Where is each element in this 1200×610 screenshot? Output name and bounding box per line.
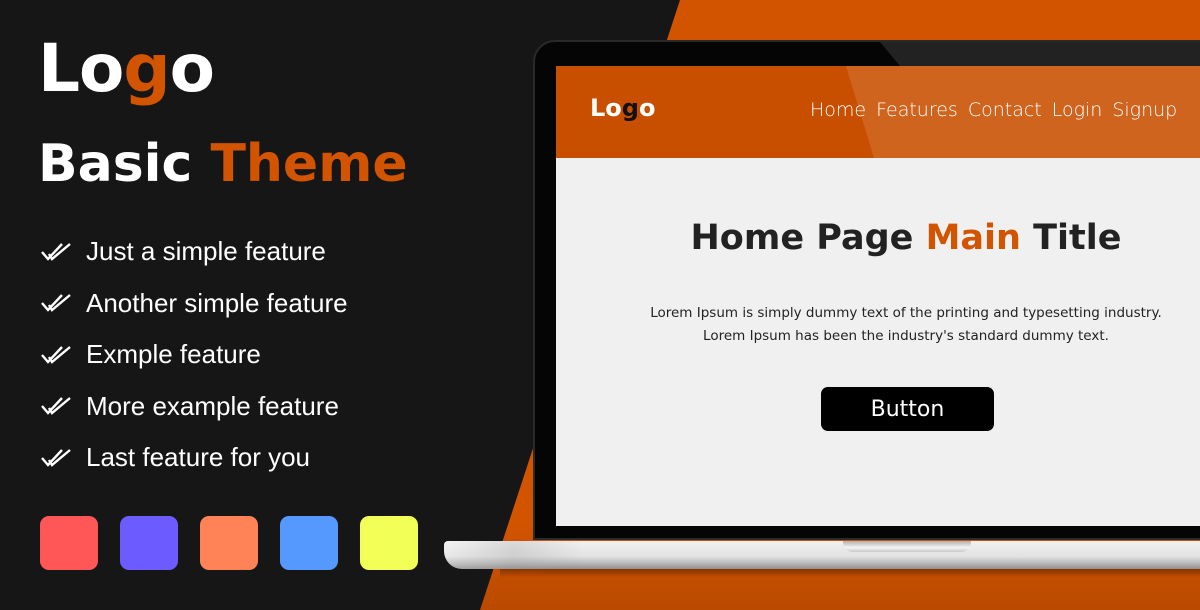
hero-title-before: Home Page: [690, 218, 926, 258]
site-logo-suffix: o: [638, 94, 656, 122]
color-swatch: [360, 516, 418, 570]
site-nav: Home Features Contact Login Signup: [810, 99, 1177, 121]
feature-list: Just a simple feature Another simple fea…: [40, 226, 348, 484]
laptop-hinge-notch: [843, 541, 971, 552]
color-palette: [40, 516, 418, 570]
hero-text-line: Lorem Ipsum is simply dummy text of the …: [650, 305, 1162, 321]
laptop-shadow: [500, 568, 1200, 578]
feature-item: Another simple feature: [40, 278, 348, 330]
hero-title-accent: Main: [925, 218, 1021, 258]
hero-description: Lorem Ipsum is simply dummy text of the …: [556, 302, 1200, 348]
hero-title: Home Page Main Title: [556, 218, 1200, 258]
nav-features[interactable]: Features: [876, 99, 958, 121]
site-logo-prefix: Lo: [590, 94, 622, 122]
bezel-reflection: [880, 42, 1200, 66]
hero-button[interactable]: Button: [821, 387, 994, 431]
theme-title-accent: Theme: [210, 134, 408, 194]
color-swatch: [200, 516, 258, 570]
color-swatch: [120, 516, 178, 570]
double-check-icon: [41, 294, 71, 313]
feature-item: Exmple feature: [40, 329, 348, 381]
nav-login[interactable]: Login: [1052, 99, 1103, 121]
double-check-icon: [41, 448, 71, 467]
feature-label: Just a simple feature: [86, 236, 326, 267]
feature-item: Last feature for you: [40, 432, 348, 484]
laptop-base-highlight: [444, 541, 584, 569]
feature-label: More example feature: [86, 390, 339, 421]
feature-label: Exmple feature: [86, 339, 261, 370]
brand-logo-suffix: o: [169, 30, 215, 107]
laptop-screen: Logo Home Features Contact Login Signup …: [556, 66, 1200, 526]
color-swatch: [280, 516, 338, 570]
double-check-icon: [41, 397, 71, 416]
nav-home[interactable]: Home: [810, 99, 866, 121]
site-logo-accent: g: [621, 94, 639, 122]
brand-logo-accent: g: [123, 30, 170, 107]
hero-text-line: Lorem Ipsum has been the industry's stan…: [703, 328, 1109, 344]
feature-item: More example feature: [40, 381, 348, 433]
theme-title-plain: Basic: [38, 134, 211, 194]
color-swatch: [40, 516, 98, 570]
brand-logo: Logo: [38, 30, 215, 107]
site-logo[interactable]: Logo: [590, 94, 655, 122]
hero-title-after: Title: [1020, 218, 1122, 258]
feature-item: Just a simple feature: [40, 226, 348, 278]
brand-logo-prefix: Lo: [38, 30, 124, 107]
nav-contact[interactable]: Contact: [968, 99, 1042, 121]
double-check-icon: [41, 242, 71, 261]
theme-title: Basic Theme: [38, 134, 408, 194]
feature-label: Last feature for you: [86, 442, 311, 473]
feature-label: Another simple feature: [86, 287, 348, 318]
double-check-icon: [41, 345, 71, 364]
nav-signup[interactable]: Signup: [1112, 99, 1177, 121]
